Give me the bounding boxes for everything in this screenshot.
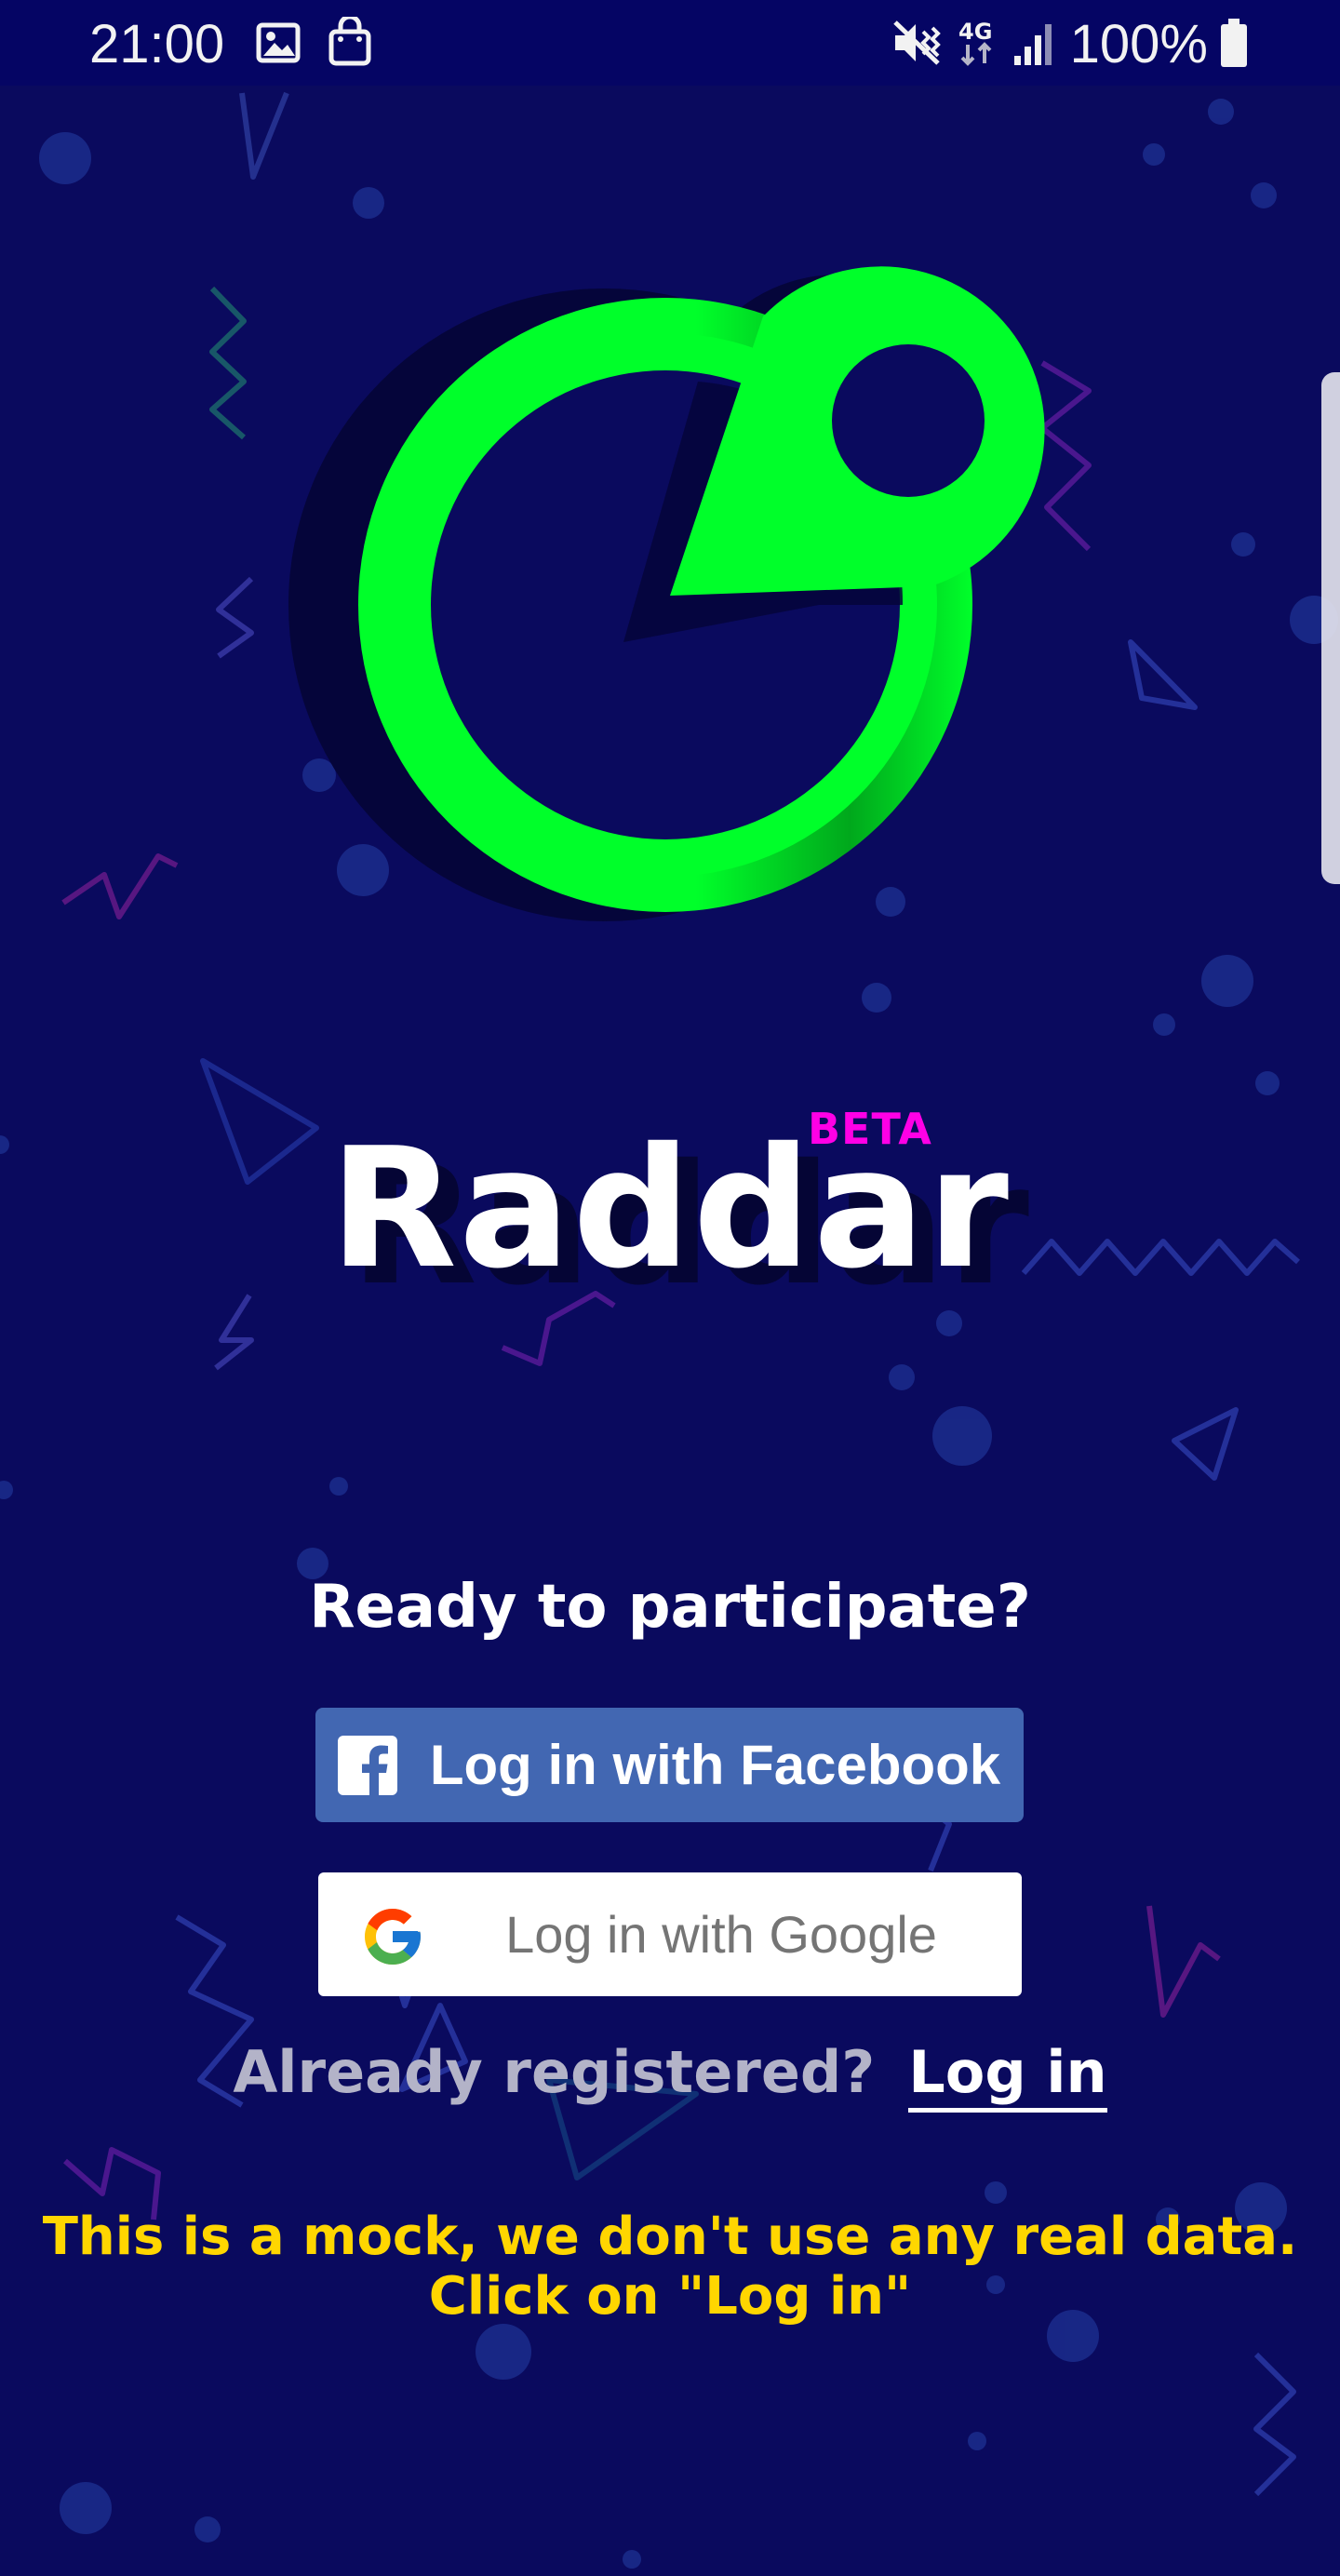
facebook-login-button[interactable]: Log in with Facebook (315, 1708, 1024, 1822)
participation-prompt: Ready to participate? (309, 1573, 1031, 1642)
battery-percentage: 100% (1069, 14, 1208, 74)
facebook-icon (338, 1736, 397, 1795)
mock-notice: This is a mock, we don't use any real da… (0, 2207, 1340, 2327)
mock-notice-line-1: This is a mock, we don't use any real da… (42, 2207, 1298, 2267)
brand-name: Raddar (329, 1112, 1011, 1305)
already-registered-text: Already registered? (233, 2038, 876, 2106)
login-link[interactable]: Log in (908, 2038, 1107, 2113)
mute-vibrate-icon (893, 20, 941, 65)
already-registered-row: Already registered? Log in (0, 2038, 1340, 2113)
4g-data-icon: 4G (958, 19, 992, 66)
edge-panel-handle[interactable] (1321, 372, 1340, 884)
google-login-label: Log in with Google (505, 1905, 937, 1964)
signal-icon (1014, 24, 1052, 65)
radar-pin-logo (288, 266, 1045, 921)
login-screen: 21:00 4G 100% BETA Raddar Raddar Ready t… (0, 0, 1340, 2576)
shopping-bag-icon (328, 17, 371, 66)
google-login-button[interactable]: Log in with Google (318, 1872, 1022, 1996)
status-time: 21:00 (89, 14, 225, 74)
svg-text:4G: 4G (958, 19, 992, 45)
mock-notice-line-2: Click on "Log in" (428, 2266, 912, 2327)
google-icon (365, 1909, 421, 1965)
status-bar: 21:00 4G 100% (0, 0, 1340, 86)
image-icon (256, 22, 301, 63)
battery-icon (1221, 19, 1247, 67)
facebook-login-label: Log in with Facebook (429, 1734, 1001, 1796)
